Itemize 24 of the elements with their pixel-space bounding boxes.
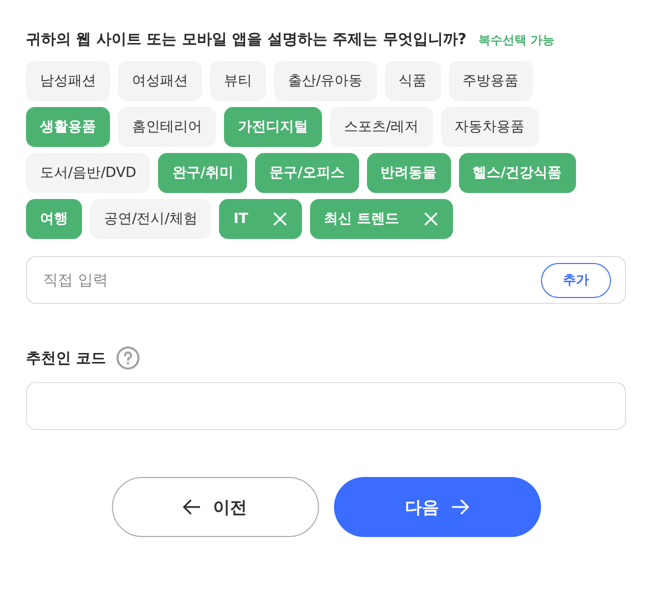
topic-chip[interactable]: 도서/음반/DVD — [26, 153, 150, 193]
topic-chip[interactable]: 홈인테리어 — [118, 107, 216, 147]
left-arrow-icon — [183, 499, 201, 515]
topic-chip[interactable]: 출산/유아동 — [274, 61, 377, 101]
right-arrow-icon — [451, 499, 469, 515]
topic-chip[interactable]: 스포츠/레저 — [330, 107, 433, 147]
help-icon — [116, 346, 140, 370]
remove-icon — [423, 211, 440, 227]
topic-chip[interactable]: 자동차용품 — [440, 107, 539, 147]
topic-chip[interactable]: 공연/전시/체험 — [90, 199, 212, 239]
topic-chip[interactable]: 뷰티 — [210, 61, 266, 101]
topic-chip[interactable]: 여성패션 — [118, 61, 202, 101]
topic-chip[interactable]: 주방용품 — [448, 61, 533, 101]
referral-code-label: 추천인 코드 — [26, 348, 106, 368]
remove-icon — [272, 211, 288, 227]
add-button[interactable]: 추가 — [541, 262, 611, 298]
previous-button[interactable]: 이전 — [112, 477, 318, 537]
topic-chip[interactable]: 남성패션 — [26, 61, 110, 101]
custom-topic-field[interactable]: 직접 입력 추가 — [26, 256, 626, 304]
next-button[interactable]: 다음 — [334, 477, 540, 537]
referral-code-field[interactable] — [26, 382, 626, 430]
question-title: 귀하의 웹 사이트 또는 모바일 앱을 설명하는 주제는 무엇입니까? — [26, 30, 466, 49]
topic-chip[interactable]: 식품 — [384, 61, 441, 101]
multi-select-hint: 복수선택 가능 — [478, 32, 555, 49]
